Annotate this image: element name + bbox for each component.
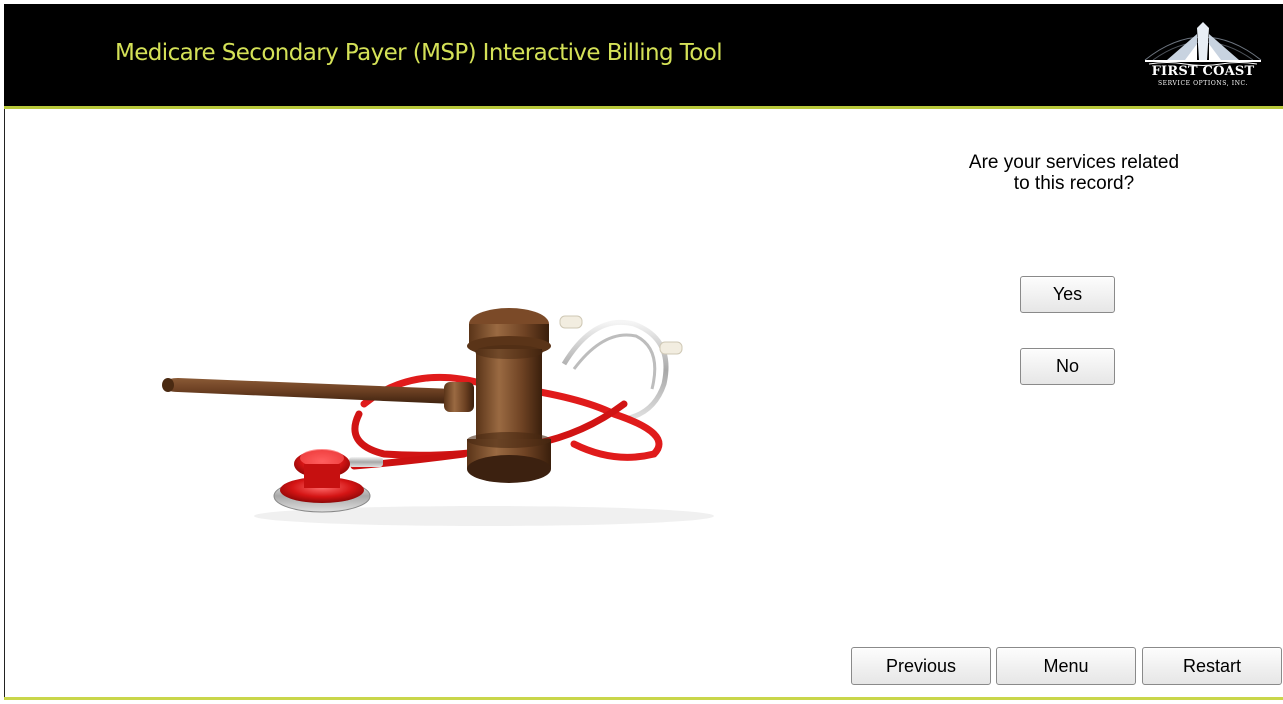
menu-button[interactable]: Menu (996, 647, 1136, 685)
app-title: Medicare Secondary Payer (MSP) Interacti… (115, 40, 723, 66)
question-text: Are your services related to this record… (924, 152, 1224, 194)
logo-name: FIRST COAST (1151, 64, 1255, 79)
left-border (4, 109, 5, 699)
previous-button[interactable]: Previous (851, 647, 991, 685)
gavel-stethoscope-image (162, 308, 714, 526)
header-bar: Medicare Secondary Payer (MSP) Interacti… (4, 4, 1283, 109)
footer-accent-bar (4, 697, 1283, 700)
no-button[interactable]: No (1020, 348, 1115, 385)
yes-button[interactable]: Yes (1020, 276, 1115, 313)
question-line-2: to this record? (1013, 173, 1135, 194)
question-line-1: Are your services related (968, 152, 1180, 173)
restart-button[interactable]: Restart (1142, 647, 1282, 685)
logo-subtitle: SERVICE OPTIONS, INC. (1157, 80, 1249, 87)
company-logo: FIRST COAST SERVICE OPTIONS, INC. (1137, 20, 1269, 94)
app-window: Medicare Secondary Payer (MSP) Interacti… (4, 4, 1283, 704)
lighthouse-icon (1144, 22, 1262, 66)
